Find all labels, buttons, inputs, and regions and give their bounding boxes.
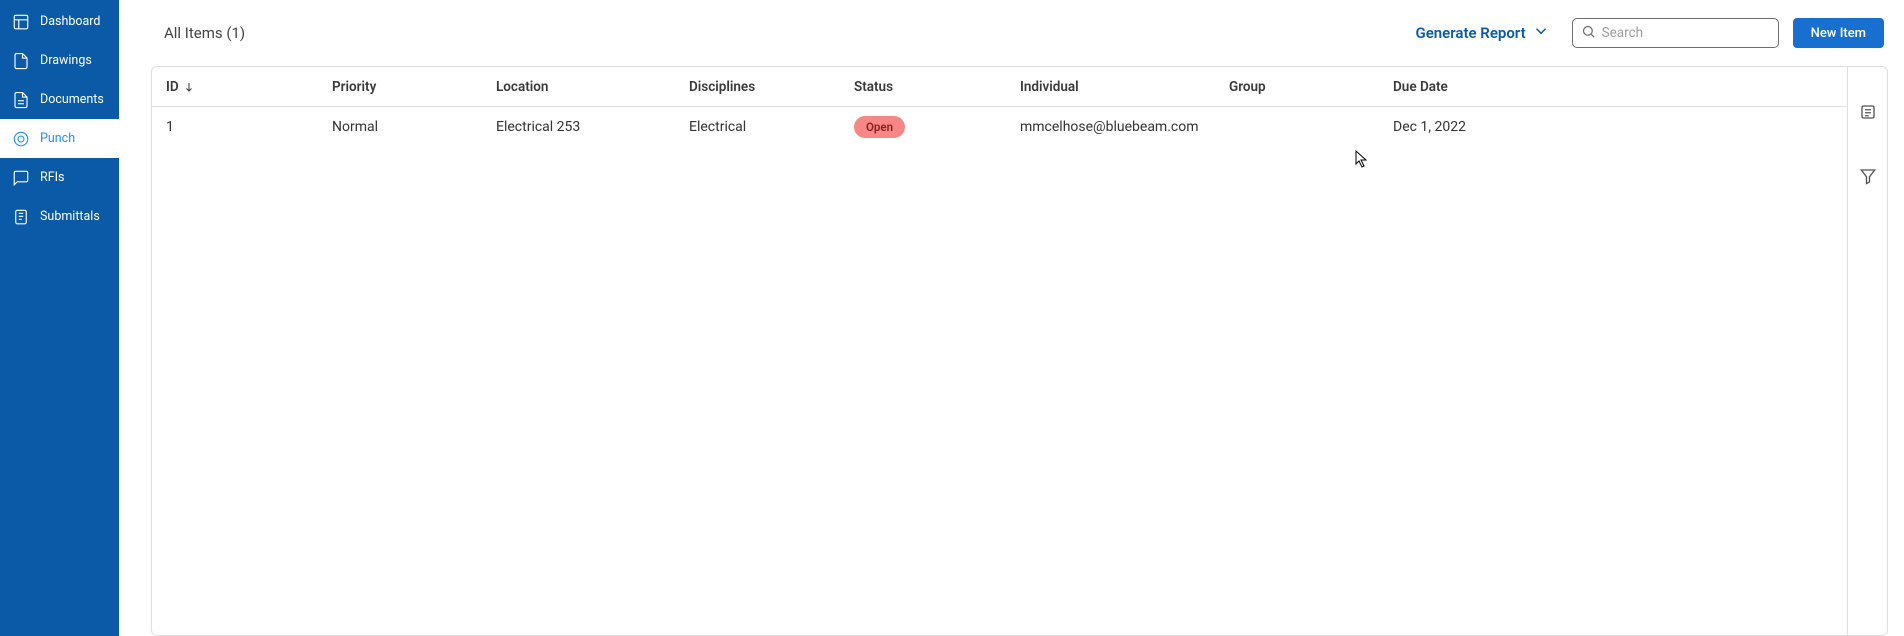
cell-duedate: Dec 1, 2022 — [1393, 119, 1513, 135]
sidebar-item-label: Submittals — [40, 209, 100, 224]
cell-individual: mmcelhose@bluebeam.com — [1020, 119, 1229, 135]
filter-icon[interactable] — [1859, 167, 1877, 189]
generate-report-label: Generate Report — [1416, 24, 1526, 42]
column-header-location[interactable]: Location — [496, 79, 689, 95]
column-header-duedate[interactable]: Due Date — [1393, 79, 1513, 95]
cell-disciplines: Electrical — [689, 119, 854, 135]
sort-down-icon — [183, 81, 195, 93]
cell-status: Open — [854, 119, 1020, 135]
right-icon-rail — [1847, 67, 1887, 635]
status-badge: Open — [854, 116, 905, 138]
main-content: All Items (1) Generate Report New Item I… — [119, 0, 1904, 636]
sidebar-item-label: Dashboard — [40, 14, 100, 29]
column-header-disciplines[interactable]: Disciplines — [689, 79, 854, 95]
page-title: All Items (1) — [164, 24, 245, 42]
column-header-priority[interactable]: Priority — [332, 79, 496, 95]
sidebar-item-label: Documents — [40, 92, 104, 107]
sidebar-item-rfis[interactable]: RFIs — [0, 158, 119, 197]
column-header-status[interactable]: Status — [854, 79, 1020, 95]
column-header-group[interactable]: Group — [1229, 79, 1393, 95]
chevron-down-icon — [1526, 22, 1550, 44]
search-icon — [1581, 24, 1602, 43]
sidebar-item-dashboard[interactable]: Dashboard — [0, 2, 119, 41]
drawings-icon — [10, 52, 32, 70]
sidebar-item-label: RFIs — [40, 170, 64, 185]
rfis-icon — [10, 169, 32, 187]
column-header-id[interactable]: ID — [166, 79, 332, 95]
column-header-individual[interactable]: Individual — [1020, 79, 1229, 95]
punch-icon — [10, 130, 32, 148]
documents-icon — [10, 91, 32, 109]
sidebar-item-label: Punch — [40, 131, 75, 146]
list-icon[interactable] — [1859, 103, 1877, 125]
search-box[interactable] — [1572, 18, 1779, 48]
cell-priority: Normal — [332, 119, 496, 135]
sidebar: Dashboard Drawings Documents Punch RFIs … — [0, 0, 119, 636]
table-row[interactable]: 1 Normal Electrical 253 Electrical Open … — [152, 107, 1847, 147]
sidebar-item-submittals[interactable]: Submittals — [0, 197, 119, 236]
sidebar-item-drawings[interactable]: Drawings — [0, 41, 119, 80]
search-input[interactable] — [1602, 25, 1770, 41]
table-container: ID Priority Location Disciplines Status … — [151, 66, 1888, 636]
topbar: All Items (1) Generate Report New Item — [119, 0, 1904, 66]
new-item-button[interactable]: New Item — [1793, 18, 1884, 48]
table-header-row: ID Priority Location Disciplines Status … — [152, 67, 1847, 107]
generate-report-dropdown[interactable]: Generate Report — [1416, 22, 1550, 44]
submittals-icon — [10, 208, 32, 226]
sidebar-item-punch[interactable]: Punch — [0, 119, 119, 158]
dashboard-icon — [10, 13, 32, 31]
sidebar-item-label: Drawings — [40, 53, 92, 68]
sidebar-item-documents[interactable]: Documents — [0, 80, 119, 119]
cell-location: Electrical 253 — [496, 119, 689, 135]
cell-id: 1 — [166, 119, 332, 135]
